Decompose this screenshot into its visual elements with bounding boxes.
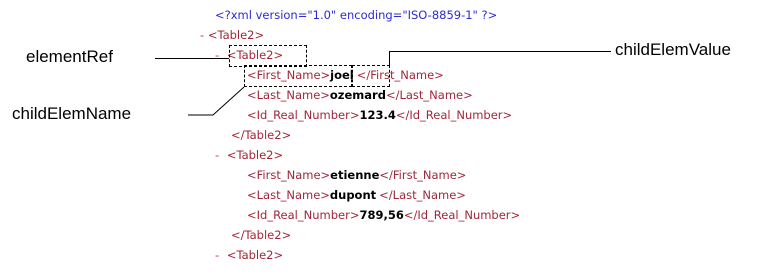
- child-elem-name-leader: [188, 86, 245, 116]
